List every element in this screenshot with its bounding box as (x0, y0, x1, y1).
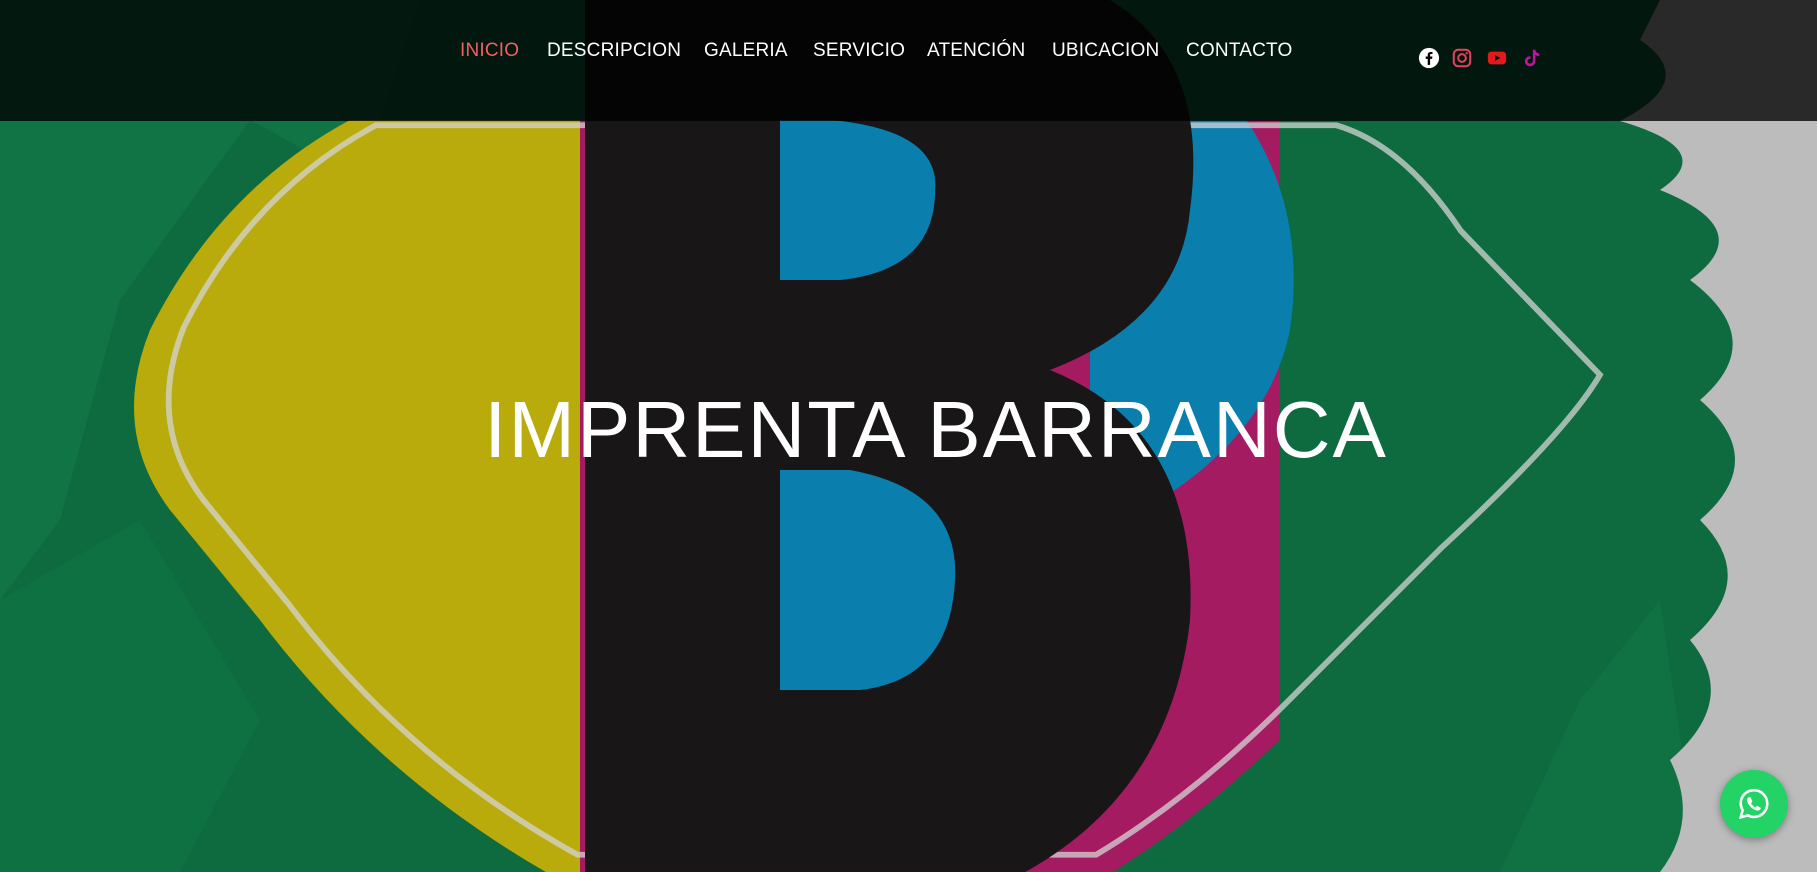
youtube-icon[interactable] (1486, 47, 1508, 69)
nav-link-descripcion[interactable]: DESCRIPCION (547, 40, 681, 62)
hero-title: IMPRENTA BARRANCA (484, 385, 1388, 474)
facebook-icon[interactable] (1418, 47, 1440, 69)
nav-link-ubicacion[interactable]: UBICACION (1052, 40, 1159, 62)
nav-link-atencion[interactable]: ATENCIÓN (927, 40, 1025, 62)
nav-link-inicio[interactable]: INICIO (460, 40, 519, 62)
hero-section: INICIO DESCRIPCION GALERIA SERVICIO ATEN… (0, 0, 1817, 872)
whatsapp-button[interactable] (1720, 770, 1788, 838)
nav-link-galeria[interactable]: GALERIA (704, 40, 788, 62)
nav-link-contacto[interactable]: CONTACTO (1186, 40, 1292, 62)
tiktok-icon[interactable] (1520, 47, 1542, 69)
whatsapp-icon (1738, 788, 1769, 820)
nav-link-servicio[interactable]: SERVICIO (813, 40, 905, 62)
top-navigation-bar (0, 0, 1817, 121)
instagram-icon[interactable] (1451, 47, 1473, 69)
